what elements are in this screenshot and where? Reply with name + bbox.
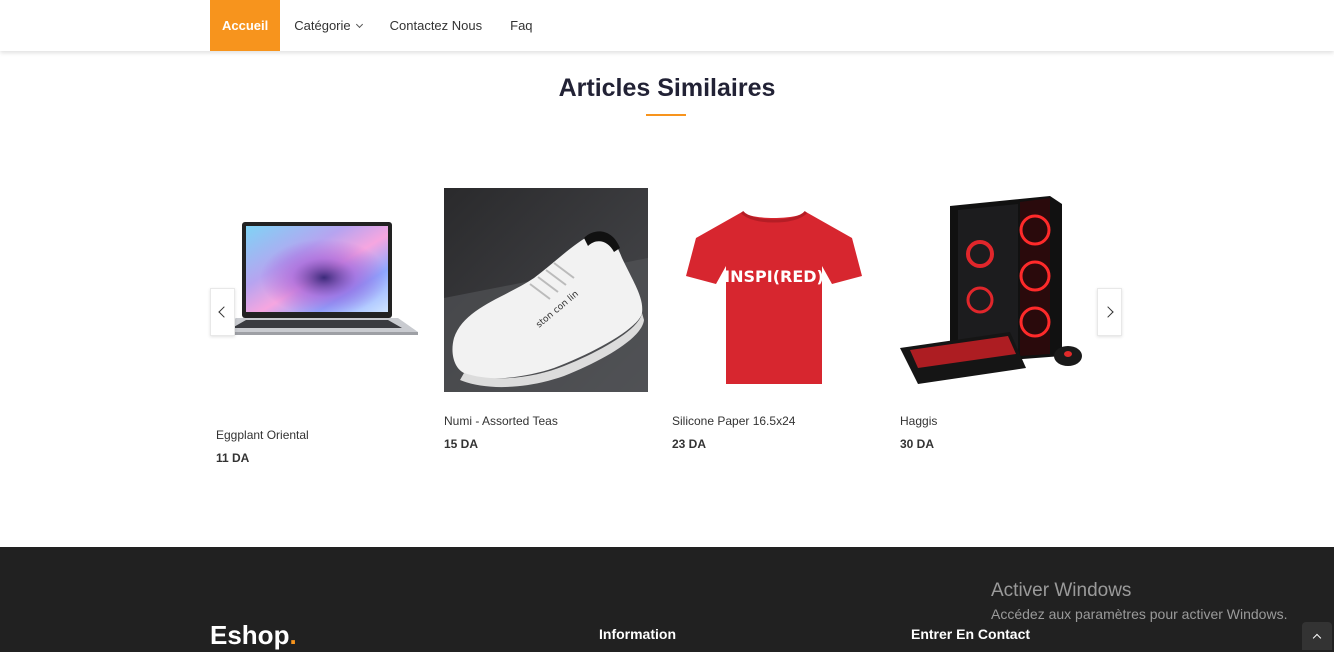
footer-heading-contact: Entrer En Contact (911, 626, 1031, 642)
nav-item-categorie[interactable]: Catégorie (280, 0, 375, 51)
product-image-gaming-pc[interactable] (900, 188, 1104, 392)
carousel-prev-button[interactable] (210, 288, 235, 336)
logo-text: Eshop (210, 620, 290, 650)
product-price: 23 DA (672, 437, 707, 451)
nav-label: Catégorie (294, 18, 351, 33)
section-title: Articles Similaires (558, 74, 776, 102)
product-image-sneaker[interactable]: ston con lin (444, 188, 648, 392)
windows-watermark-title: Activer Windows (991, 580, 1132, 601)
windows-watermark-subtitle: Accédez aux paramètres pour activer Wind… (991, 606, 1288, 622)
product-name[interactable]: Numi - Assorted Teas (444, 414, 558, 428)
carousel-next-button[interactable] (1097, 288, 1122, 336)
product-price: 15 DA (444, 437, 479, 451)
footer-logo[interactable]: Eshop. (210, 620, 297, 651)
nav-label: Accueil (222, 18, 269, 33)
title-underline (646, 114, 686, 116)
tshirt-print: INSPI(RED) (724, 267, 824, 286)
product-name[interactable]: Haggis (900, 414, 937, 428)
chevron-right-icon (1102, 306, 1114, 318)
scroll-to-top-button[interactable] (1302, 622, 1332, 650)
nav-label: Contactez Nous (389, 18, 483, 33)
logo-dot: . (289, 620, 297, 650)
chevron-down-icon (355, 20, 363, 28)
product-image-laptop[interactable] (216, 188, 420, 392)
top-navbar: Accueil Catégorie Contactez Nous Faq (0, 0, 1334, 51)
product-name[interactable]: Silicone Paper 16.5x24 (672, 414, 795, 428)
nav-item-accueil[interactable]: Accueil (210, 0, 281, 51)
chevron-left-icon (218, 306, 230, 318)
nav-menu: Accueil Catégorie Contactez Nous Faq (210, 0, 547, 51)
chevron-up-icon (1312, 633, 1322, 643)
product-name[interactable]: Eggplant Oriental (216, 428, 309, 442)
product-image-tshirt[interactable]: INSPI(RED) (672, 188, 876, 392)
nav-item-faq[interactable]: Faq (496, 0, 546, 51)
nav-label: Faq (510, 18, 533, 33)
footer-heading-information: Information (599, 626, 676, 642)
product-price: 30 DA (900, 437, 935, 451)
nav-item-contact[interactable]: Contactez Nous (376, 0, 497, 51)
product-price: 11 DA (216, 451, 250, 465)
